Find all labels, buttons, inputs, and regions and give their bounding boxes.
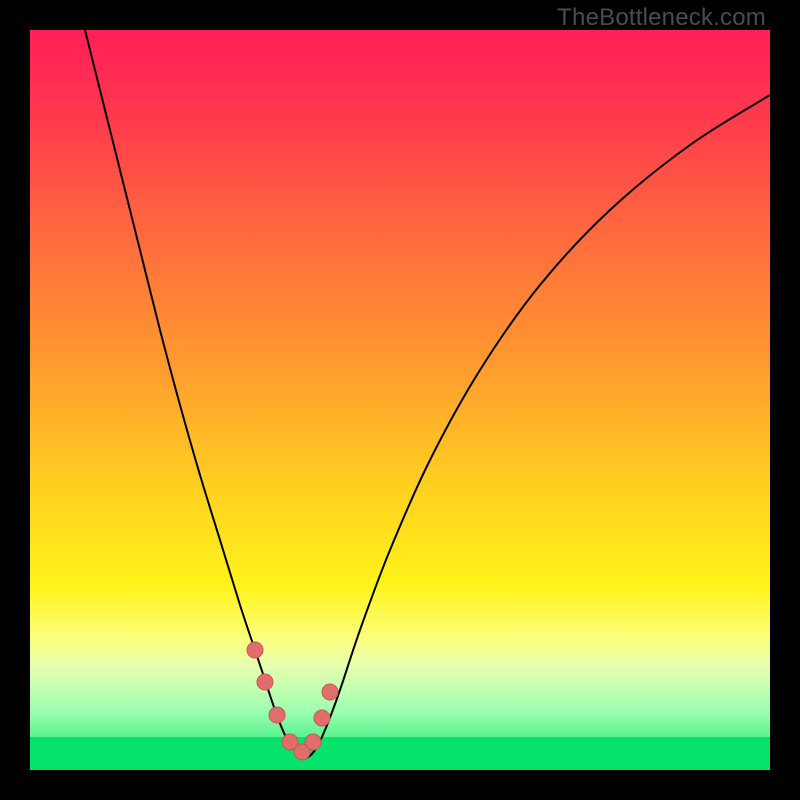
bottleneck-curve: [85, 30, 770, 758]
highlight-dot: [257, 674, 273, 690]
highlight-dot: [322, 684, 338, 700]
highlight-dot: [305, 734, 321, 750]
highlight-dot: [247, 642, 263, 658]
plot-frame: [30, 30, 770, 770]
highlight-dot: [314, 710, 330, 726]
watermark-text: TheBottleneck.com: [557, 4, 766, 32]
curve-layer: [30, 30, 770, 770]
highlight-dot: [269, 707, 285, 723]
